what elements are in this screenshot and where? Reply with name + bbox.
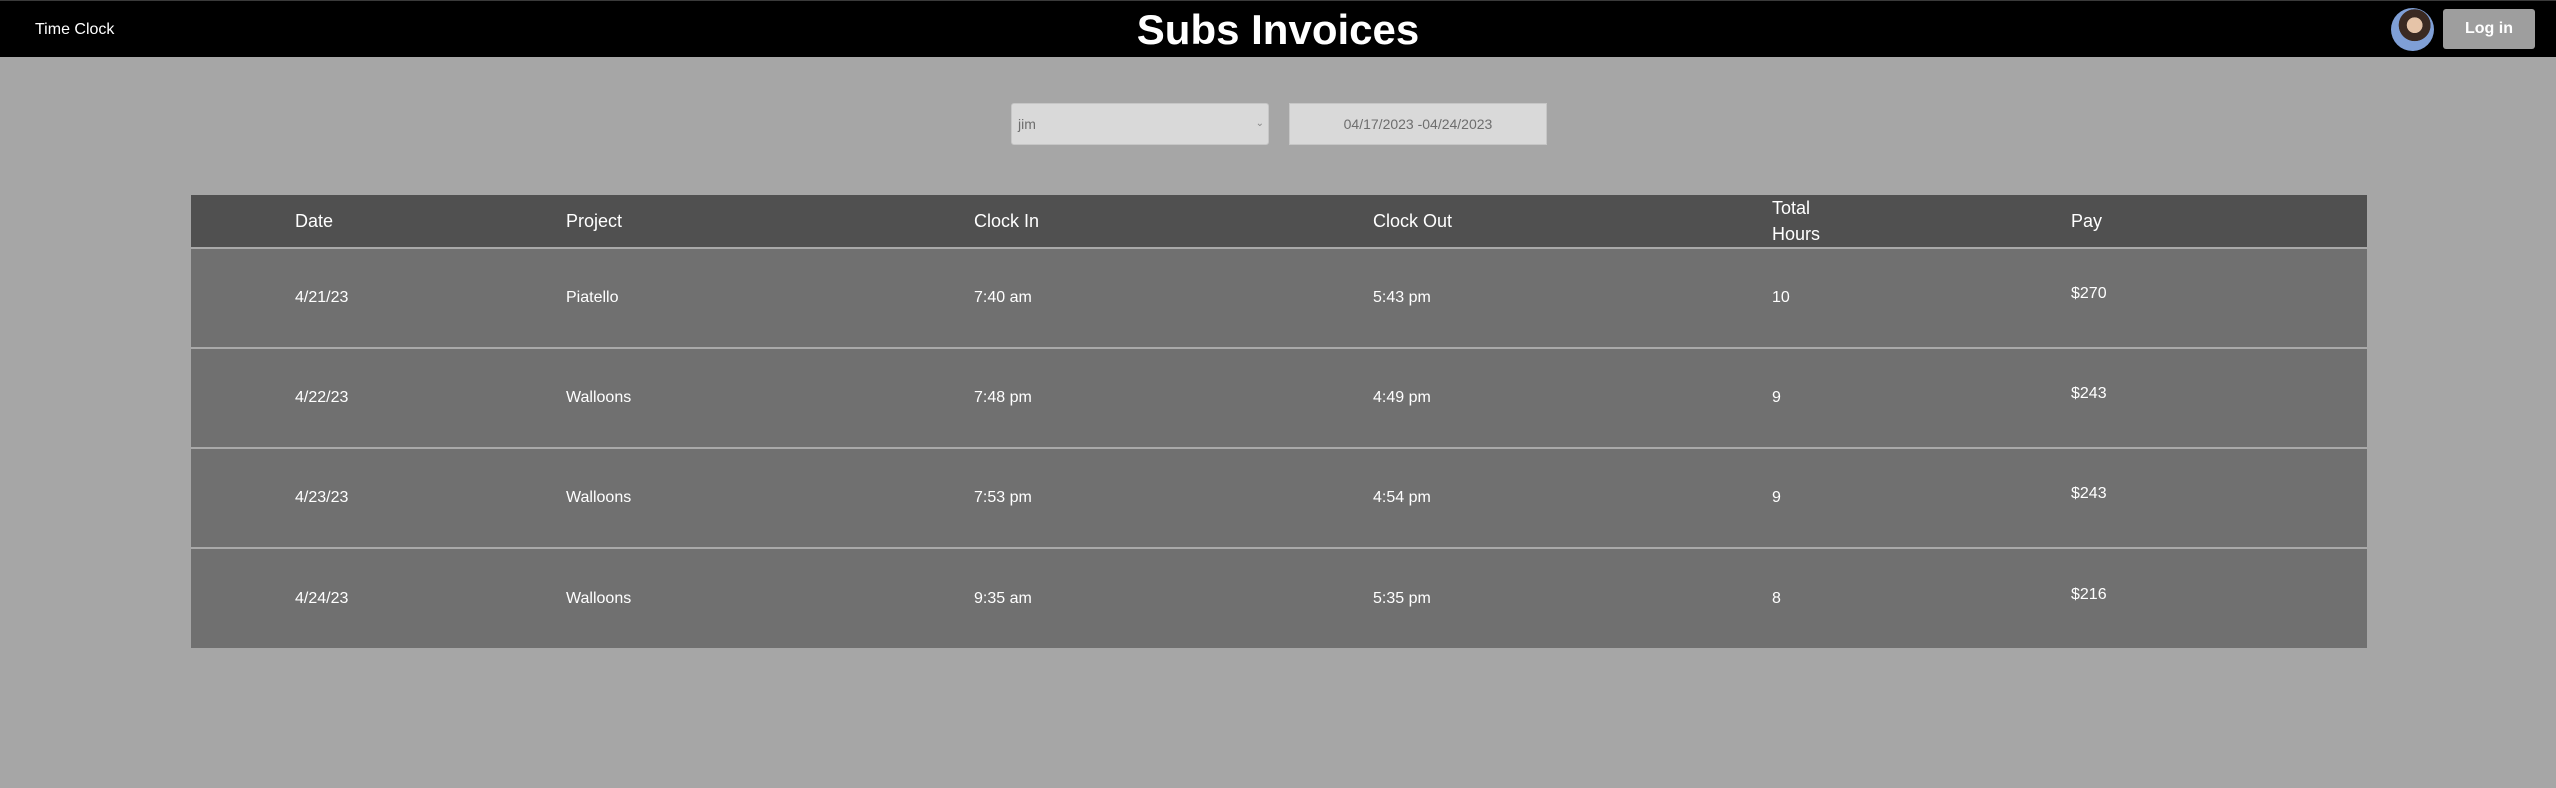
cell-pay-value: $216 [2071, 585, 2107, 603]
cell-pay-value: $243 [2071, 385, 2107, 402]
cell-pay: $216 [2071, 548, 2367, 648]
cell-pay: $243 [2071, 448, 2367, 548]
cell-total-hours: 10 [1772, 289, 1790, 306]
user-avatar[interactable] [2391, 8, 2434, 51]
cell-clock-out: 4:49 pm [1373, 389, 1431, 406]
column-header-pay: Pay [2071, 211, 2103, 231]
chevron-down-icon: ⌄ [1255, 118, 1264, 129]
cell-project: Walloons [566, 389, 632, 406]
table-header-row: Date Project Clock In Clock Out Total Ho… [191, 195, 2367, 248]
cell-clock-out: 5:43 pm [1373, 289, 1431, 306]
column-header-total-hours: Total Hours [1772, 195, 2071, 248]
column-header-clock-in: Clock In [974, 211, 1040, 231]
cell-date: 4/21/23 [295, 289, 349, 306]
top-navbar: Time Clock Subs Invoices Log in [0, 0, 2556, 57]
cell-pay: $270 [2071, 248, 2367, 348]
cell-date: 4/22/23 [295, 389, 349, 406]
cell-project: Walloons [566, 489, 632, 506]
brand-link[interactable]: Time Clock [35, 1, 114, 58]
cell-clock-in: 7:40 am [974, 289, 1032, 306]
cell-pay-value: $243 [2071, 485, 2107, 502]
cell-date: 4/24/23 [295, 589, 349, 607]
table-row: 4/22/23 Walloons 7:48 pm 4:49 pm 9 $243 [191, 348, 2367, 448]
column-header-clock-out: Clock Out [1373, 211, 1453, 231]
column-header-total-hours-label: Total Hours [1772, 198, 1821, 244]
date-range-input[interactable]: 04/17/2023 -04/24/2023 [1289, 103, 1547, 145]
column-header-date: Date [295, 211, 334, 231]
cell-clock-out: 5:35 pm [1373, 589, 1431, 607]
table-row: 4/21/23 Piatello 7:40 am 5:43 pm 10 $270 [191, 248, 2367, 348]
invoices-table: Date Project Clock In Clock Out Total Ho… [191, 195, 2367, 648]
login-button[interactable]: Log in [2443, 9, 2535, 49]
cell-clock-in: 7:53 pm [974, 489, 1032, 506]
cell-total-hours: 8 [1772, 589, 1781, 607]
cell-pay-value: $270 [2071, 285, 2107, 302]
cell-total-hours: 9 [1772, 489, 1781, 506]
worker-select-value: jim [1018, 116, 1036, 132]
cell-total-hours: 9 [1772, 389, 1781, 406]
page-title: Subs Invoices [1136, 6, 1420, 53]
column-header-project: Project [566, 211, 623, 231]
cell-pay: $243 [2071, 348, 2367, 448]
cell-clock-in: 9:35 am [974, 589, 1032, 607]
table-row: 4/24/23 Walloons 9:35 am 5:35 pm 8 $216 [191, 548, 2367, 648]
cell-project: Piatello [566, 289, 619, 306]
table-row: 4/23/23 Walloons 7:53 pm 4:54 pm 9 $243 [191, 448, 2367, 548]
cell-clock-out: 4:54 pm [1373, 489, 1431, 506]
cell-clock-in: 7:48 pm [974, 389, 1032, 406]
cell-project: Walloons [566, 589, 632, 607]
worker-select[interactable]: jim ⌄ [1011, 103, 1269, 145]
cell-date: 4/23/23 [295, 489, 349, 506]
